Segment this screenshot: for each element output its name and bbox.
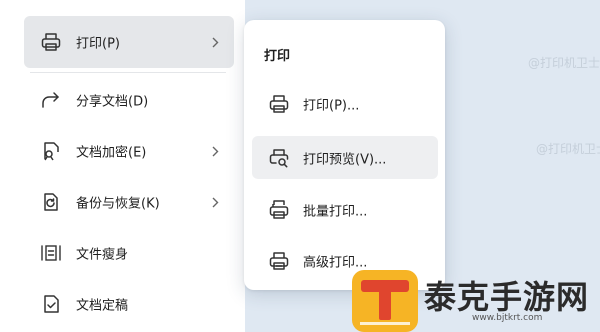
submenu-item-print-preview[interactable]: 打印预览(V)... xyxy=(252,136,438,179)
watermark: @打印机卫士 xyxy=(536,142,600,156)
submenu-title: 打印 xyxy=(264,49,291,64)
menu-item-label: 分享文档(D) xyxy=(76,94,149,110)
print-preview-icon xyxy=(266,145,292,171)
menu-item-share-document[interactable]: 分享文档(D) xyxy=(24,76,234,124)
share-icon xyxy=(38,87,64,113)
submenu-item-batch-print[interactable]: 批量打印... xyxy=(252,188,438,231)
chevron-right-icon xyxy=(210,196,220,208)
printer-icon xyxy=(38,29,64,55)
submenu-item-label: 高级打印... xyxy=(303,255,368,270)
chevron-right-icon xyxy=(210,36,220,48)
document-lock-icon xyxy=(38,138,64,164)
submenu-item-print[interactable]: 打印(P)... xyxy=(252,82,438,125)
menu-item-file-slim[interactable]: 文件瘦身 xyxy=(24,229,234,277)
menu-item-label: 文档加密(E) xyxy=(76,145,147,161)
menu-item-label: 文件瘦身 xyxy=(76,247,129,263)
compress-file-icon xyxy=(38,240,64,266)
main-menu: 打印(P) 分享文档(D) 文档加密(E) 备份与恢复(K) 文件瘦身 文档定稿 xyxy=(0,0,245,332)
logo-mark-icon xyxy=(352,270,418,332)
menu-item-backup-restore[interactable]: 备份与恢复(K) xyxy=(24,178,234,226)
submenu-item-label: 打印(P)... xyxy=(303,98,360,113)
logo-text: 泰克手游网 xyxy=(424,278,590,316)
document-finalize-icon xyxy=(38,291,64,317)
menu-item-document-encrypt[interactable]: 文档加密(E) xyxy=(24,127,234,175)
menu-item-label: 备份与恢复(K) xyxy=(76,196,160,212)
menu-item-label: 打印(P) xyxy=(76,36,120,52)
printer-icon xyxy=(266,91,292,117)
submenu-item-label: 批量打印... xyxy=(303,204,368,219)
menu-divider xyxy=(30,72,226,73)
menu-item-document-finalize[interactable]: 文档定稿 xyxy=(24,280,234,328)
batch-print-icon xyxy=(266,197,292,223)
backup-restore-icon xyxy=(38,189,64,215)
site-logo: 泰克手游网 www.bjtkrt.com xyxy=(352,270,600,332)
advanced-print-icon xyxy=(266,248,292,274)
print-submenu: 打印 打印(P)... 打印预览(V)... 批量打印... 高级打印... xyxy=(244,20,445,290)
menu-item-print[interactable]: 打印(P) xyxy=(24,16,234,68)
logo-url: www.bjtkrt.com xyxy=(472,313,543,323)
menu-item-label: 文档定稿 xyxy=(76,298,129,314)
submenu-item-label: 打印预览(V)... xyxy=(303,152,387,167)
chevron-right-icon xyxy=(210,145,220,157)
watermark: @打印机卫士 xyxy=(528,56,600,70)
